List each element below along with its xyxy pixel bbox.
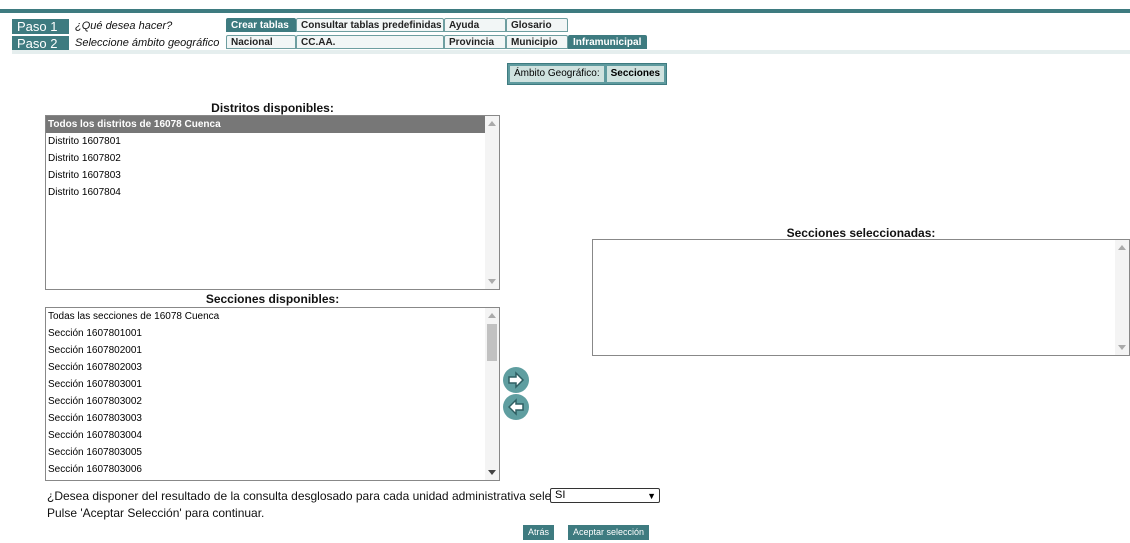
arrow-left-icon [507, 398, 524, 416]
ambito-label: Ámbito Geográfico: [510, 66, 604, 82]
ambito-value: Secciones [606, 66, 665, 82]
list-item[interactable]: Todas las secciones de 16078 Cuenca [46, 308, 499, 325]
list-item[interactable]: Sección 1607801001 [46, 325, 499, 342]
seleccionadas-scrollbar[interactable] [1115, 240, 1129, 355]
tab-crear-tablas[interactable]: Crear tablas [226, 18, 296, 32]
add-selection-button[interactable] [503, 367, 529, 393]
step-1-label: Paso 1 [12, 18, 69, 34]
step-1-row: Paso 1 ¿Qué desea hacer? [12, 18, 226, 34]
list-item[interactable]: Sección 1607803001 [46, 376, 499, 393]
list-item[interactable]: Todos los distritos de 16078 Cuenca [46, 116, 499, 133]
tab-consultar-tablas[interactable]: Consultar tablas predefinidas [296, 18, 444, 32]
seleccionadas-list[interactable] [592, 239, 1130, 356]
list-item[interactable]: Distrito 1607804 [46, 184, 499, 201]
desglose-select[interactable]: SI ▼ [550, 488, 660, 503]
chevron-down-icon: ▼ [647, 491, 656, 501]
list-item[interactable]: Sección 1607803003 [46, 410, 499, 427]
secciones-scrollbar[interactable] [485, 308, 499, 480]
tab-municipio[interactable]: Municipio [506, 35, 568, 49]
arrow-right-icon [508, 371, 525, 389]
distritos-scrollbar[interactable] [485, 116, 499, 289]
list-item[interactable]: Distrito 1607802 [46, 150, 499, 167]
top-bar [0, 9, 1130, 13]
step-2-text: Seleccione ámbito geográfico [75, 37, 220, 49]
step-2-label: Paso 2 [12, 35, 69, 51]
desglose-select-value: SI [555, 489, 566, 501]
list-item[interactable]: Sección 1607803005 [46, 444, 499, 461]
seleccionadas-heading: Secciones seleccionadas: [786, 226, 936, 240]
tab-provincia[interactable]: Provincia [444, 35, 506, 49]
distritos-list[interactable]: Todos los distritos de 16078 Cuenca Dist… [45, 115, 500, 290]
sub-bar [12, 50, 1130, 54]
ambito-geografico-box: Ámbito Geográfico: Secciones [507, 63, 668, 85]
list-item[interactable]: Distrito 1607803 [46, 167, 499, 184]
list-item[interactable]: Distrito 1607801 [46, 133, 499, 150]
tab-ccaa[interactable]: CC.AA. [296, 35, 444, 49]
scroll-thumb[interactable] [487, 324, 497, 361]
hint-text: Pulse 'Aceptar Selección' para continuar… [47, 506, 265, 520]
tab-glosario[interactable]: Glosario [506, 18, 568, 32]
scroll-up-icon[interactable] [1118, 245, 1126, 250]
scroll-down-icon[interactable] [488, 470, 496, 475]
list-item[interactable]: Sección 1607803004 [46, 427, 499, 444]
secciones-heading: Secciones disponibles: [205, 292, 340, 306]
secciones-list[interactable]: Todas las secciones de 16078 Cuenca Secc… [45, 307, 500, 481]
list-item[interactable]: Sección 1607802001 [46, 342, 499, 359]
tab-ayuda[interactable]: Ayuda [444, 18, 506, 32]
back-button[interactable]: Atrás [523, 525, 555, 540]
step-1-text: ¿Qué desea hacer? [75, 20, 173, 32]
step-2-row: Paso 2 Seleccione ámbito geográfico [12, 35, 226, 51]
list-item[interactable]: Sección 1607802003 [46, 359, 499, 376]
scroll-down-icon[interactable] [488, 279, 496, 284]
scroll-up-icon[interactable] [488, 313, 496, 318]
scroll-up-icon[interactable] [488, 121, 496, 126]
scroll-down-icon[interactable] [1118, 345, 1126, 350]
tab-nacional[interactable]: Nacional [226, 35, 296, 49]
accept-selection-button[interactable]: Aceptar selección [568, 525, 650, 540]
tab-inframunicipal[interactable]: Inframunicipal [568, 35, 647, 49]
remove-selection-button[interactable] [503, 394, 529, 420]
list-item[interactable]: Sección 1607803002 [46, 393, 499, 410]
distritos-heading: Distritos disponibles: [211, 101, 334, 115]
list-item[interactable]: Sección 1607803006 [46, 461, 499, 478]
desglose-question: ¿Desea disponer del resultado de la cons… [47, 489, 607, 503]
